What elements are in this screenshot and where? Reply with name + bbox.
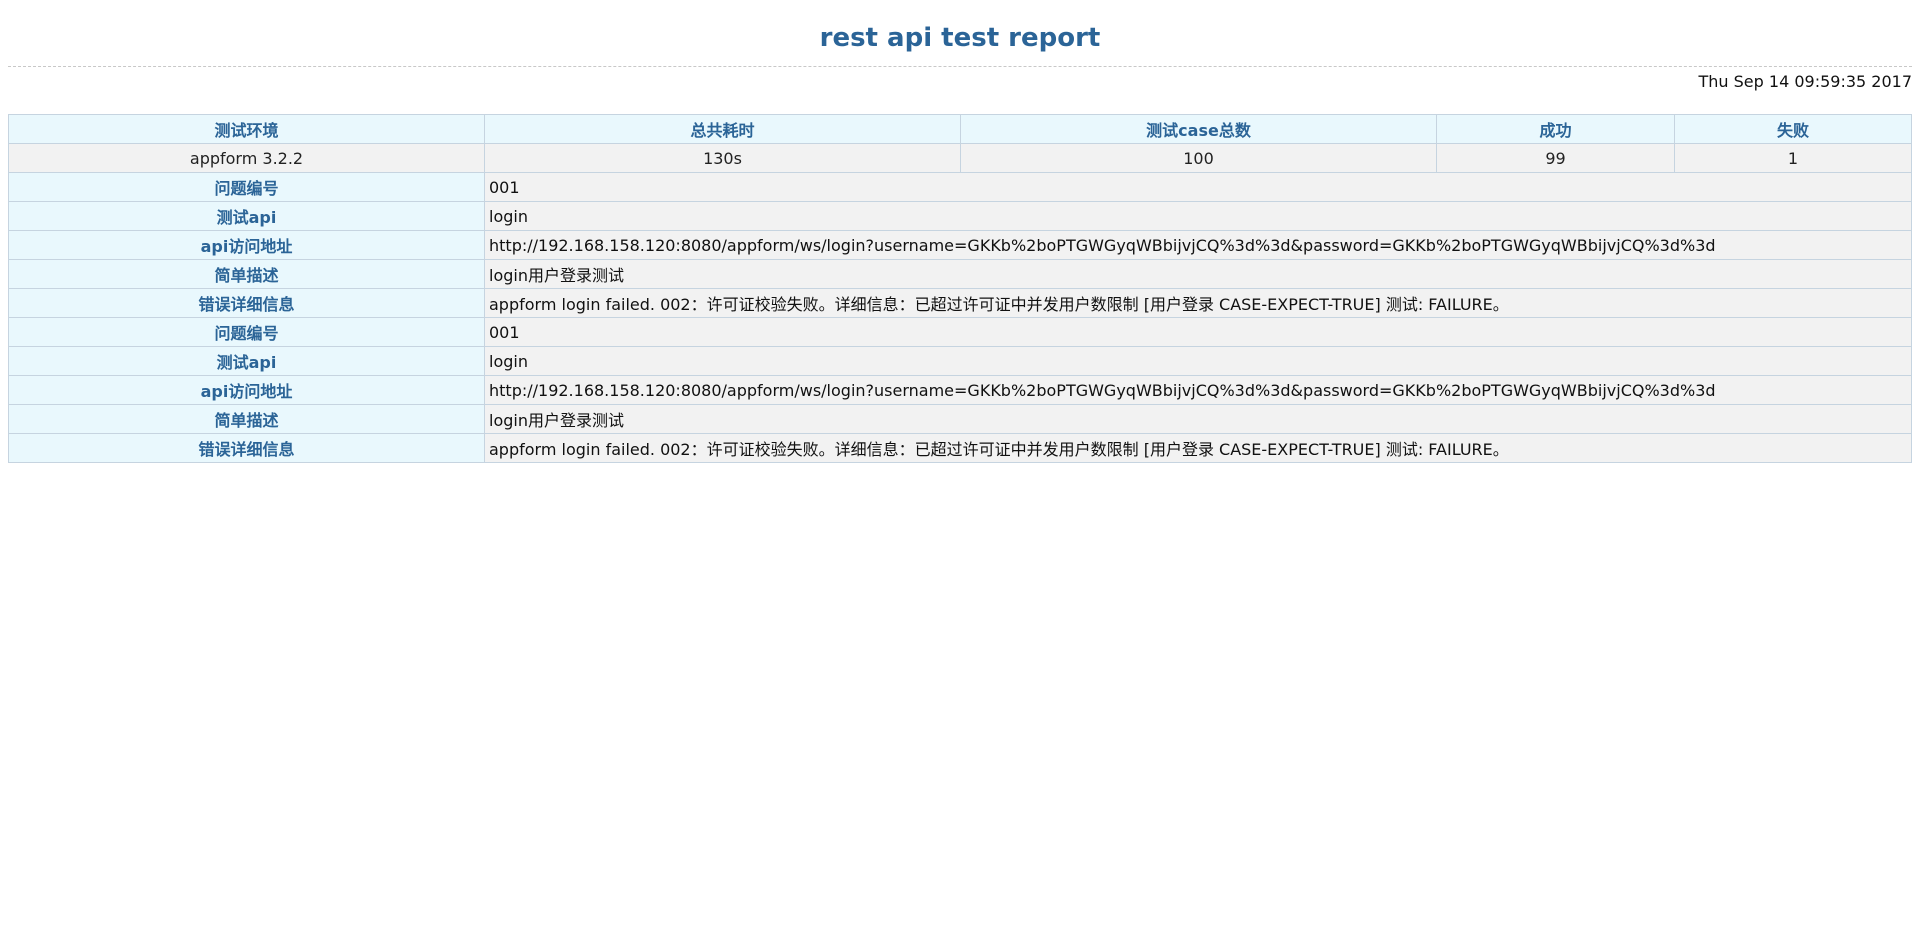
summary-value-total-cases: 100 [960,143,1437,173]
summary-header-failure: 失败 [1674,114,1912,144]
summary-value-env: appform 3.2.2 [8,143,485,173]
issue-label-api: 测试api [8,346,485,376]
issue-value-description: login用户登录测试 [484,259,1912,289]
issue-value-id: 001 [484,172,1912,202]
issue-label-api: 测试api [8,201,485,231]
page-title: rest api test report [819,23,1101,53]
report-timestamp: Thu Sep 14 09:59:35 2017 [1698,72,1913,91]
summary-value-success: 99 [1436,143,1675,173]
issue-label-id: 问题编号 [8,317,485,347]
issue-row: 错误详细信息 appform login failed. 002：许可证校验失败… [8,433,1912,463]
summary-value-failure: 1 [1674,143,1912,173]
summary-header-success: 成功 [1436,114,1675,144]
issue-row: 测试api login [8,346,1912,376]
issue-value-id: 001 [484,317,1912,347]
report-page: rest api test report Thu Sep 14 09:59:35… [0,0,1920,950]
issue-row: 简单描述 login用户登录测试 [8,404,1912,434]
issue-row: 错误详细信息 appform login failed. 002：许可证校验失败… [8,288,1912,318]
issue-label-url: api访问地址 [8,375,485,405]
report-table: 测试环境 总共耗时 测试case总数 成功 失败 appform 3.2.2 1… [8,114,1912,463]
issue-label-id: 问题编号 [8,172,485,202]
issue-value-api: login [484,201,1912,231]
summary-header-total-cases: 测试case总数 [960,114,1437,144]
summary-header-duration: 总共耗时 [484,114,961,144]
issue-value-error: appform login failed. 002：许可证校验失败。详细信息：已… [484,288,1912,318]
summary-header-row: 测试环境 总共耗时 测试case总数 成功 失败 [8,114,1912,144]
issue-row: 测试api login [8,201,1912,231]
issue-row: 简单描述 login用户登录测试 [8,259,1912,289]
issue-value-url: http://192.168.158.120:8080/appform/ws/l… [484,230,1912,260]
issue-value-api: login [484,346,1912,376]
issue-value-description: login用户登录测试 [484,404,1912,434]
issue-label-error: 错误详细信息 [8,433,485,463]
issue-value-url: http://192.168.158.120:8080/appform/ws/l… [484,375,1912,405]
issue-label-description: 简单描述 [8,259,485,289]
summary-values-row: appform 3.2.2 130s 100 99 1 [8,143,1912,173]
issue-value-error: appform login failed. 002：许可证校验失败。详细信息：已… [484,433,1912,463]
issue-row: api访问地址 http://192.168.158.120:8080/appf… [8,375,1912,405]
issue-label-description: 简单描述 [8,404,485,434]
issue-label-url: api访问地址 [8,230,485,260]
summary-value-duration: 130s [484,143,961,173]
issue-row: api访问地址 http://192.168.158.120:8080/appf… [8,230,1912,260]
summary-header-env: 测试环境 [8,114,485,144]
issue-row: 问题编号 001 [8,172,1912,202]
issue-label-error: 错误详细信息 [8,288,485,318]
issue-row: 问题编号 001 [8,317,1912,347]
